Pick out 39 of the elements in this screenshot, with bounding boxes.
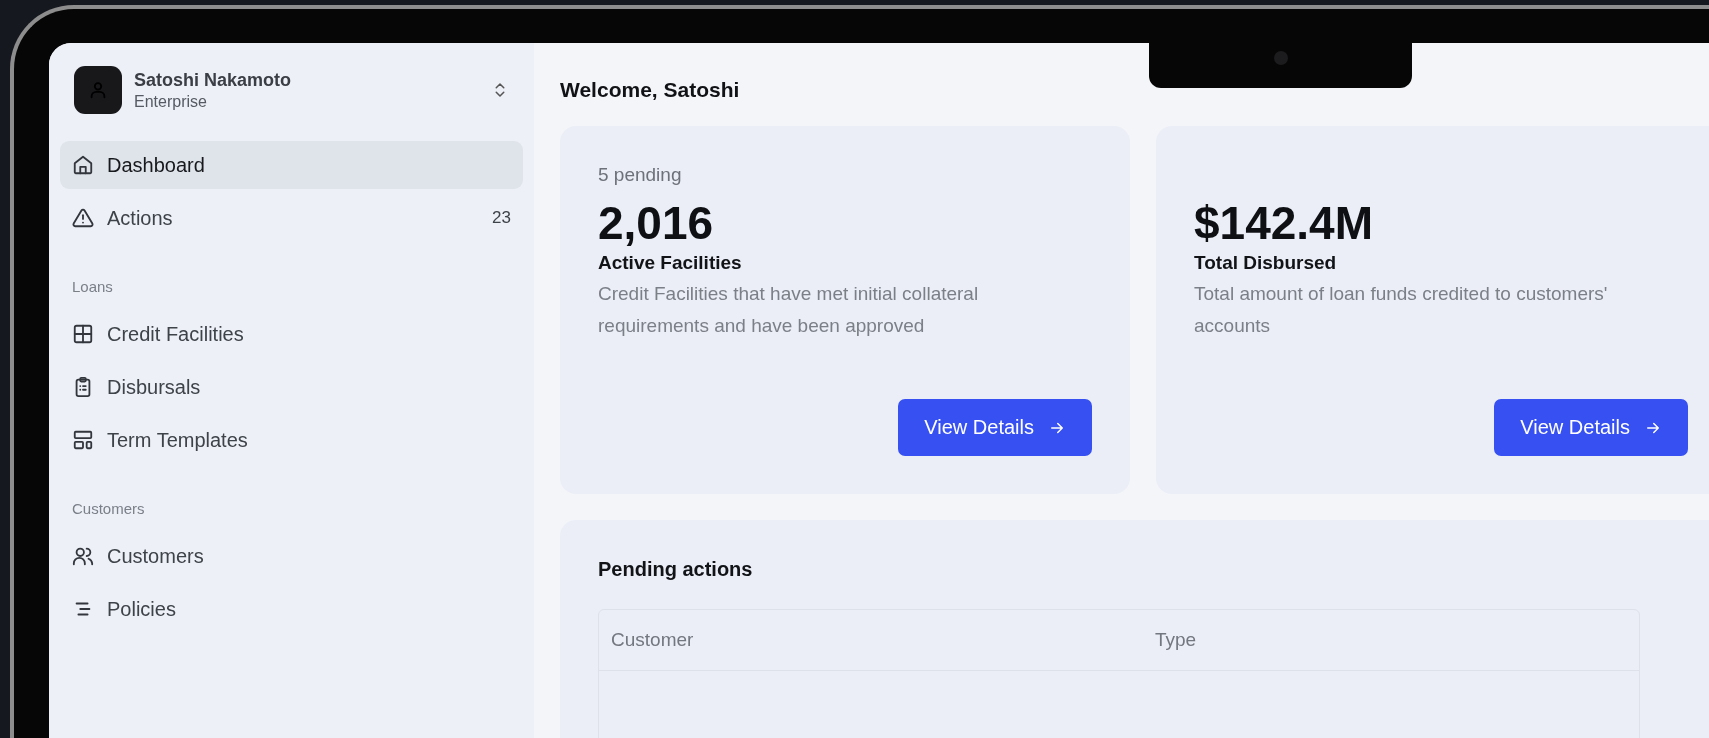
nav-label: Credit Facilities: [107, 322, 245, 346]
nav-label: Dashboard: [107, 153, 206, 177]
nav-label: Actions: [107, 206, 174, 230]
nav-item[interactable]: Dashboard: [60, 141, 523, 189]
view-details-button[interactable]: View Details: [1494, 399, 1688, 456]
column-header: Customer: [611, 629, 695, 651]
profile-switcher[interactable]: Satoshi Nakamoto Enterprise: [60, 62, 523, 118]
stat-value: $142.4M: [1194, 196, 1374, 250]
nav-label: Term Templates: [107, 428, 249, 452]
plan-label: Enterprise: [134, 92, 208, 111]
stat-value: 2,016: [598, 196, 715, 250]
welcome-heading: Welcome, Satoshi: [560, 78, 741, 102]
stat-description: Credit Facilities that have met initial collateral requirements and have been approved: [598, 282, 980, 338]
nav-item[interactable]: Term Templates: [60, 416, 523, 464]
avatar-icon: [74, 66, 122, 114]
count-label: 23: [492, 208, 511, 228]
nav-item[interactable]: Customers: [60, 532, 523, 580]
home-icon: [72, 154, 94, 176]
warning-icon: [72, 207, 94, 229]
stat-title: Total Disbursed: [1194, 252, 1338, 274]
nav-item[interactable]: Actions 23: [60, 194, 523, 242]
nav-label: Disbursals: [107, 375, 202, 399]
nav-label: Customers: [107, 544, 205, 568]
view-details-button[interactable]: View Details: [898, 399, 1092, 456]
section-label: Customers: [71, 500, 146, 519]
nav-item[interactable]: Policies: [60, 585, 523, 633]
pending-count: 5 pending: [598, 164, 682, 185]
nav-item[interactable]: Credit Facilities: [60, 310, 523, 358]
users-icon: [72, 545, 94, 567]
column-header: Type: [1155, 629, 1198, 651]
nav-item[interactable]: Disbursals: [60, 363, 523, 411]
grid-icon: [72, 323, 94, 345]
user-name: Satoshi Nakamoto: [134, 69, 293, 91]
stat-title: Active Facilities: [598, 252, 743, 274]
card-title: Pending actions: [598, 558, 754, 581]
layout-icon: [72, 429, 94, 451]
section-label: Loans: [71, 278, 114, 297]
nav-label: Policies: [107, 597, 177, 621]
stat-description: Total amount of loan funds credited to customers' accounts: [1194, 282, 1609, 338]
